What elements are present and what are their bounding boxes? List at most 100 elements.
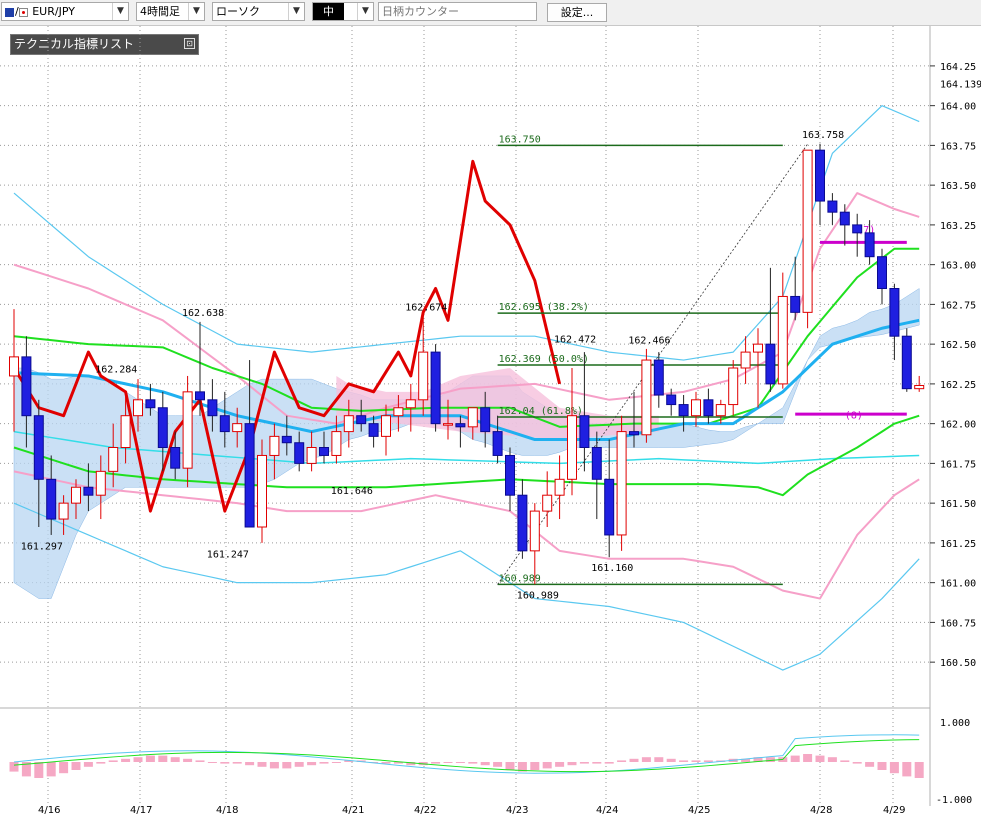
settings-button[interactable]: 設定... xyxy=(547,3,607,22)
macd-bar xyxy=(827,757,837,762)
candle-bullish xyxy=(95,470,106,496)
macd-bar xyxy=(158,755,168,762)
candle-bullish xyxy=(331,431,342,456)
candle-bearish xyxy=(629,431,639,436)
candle-bearish xyxy=(517,494,528,552)
macd-level-label: -1.000 xyxy=(936,795,972,806)
candle-bullish xyxy=(405,399,416,409)
macd-bar xyxy=(505,762,515,770)
candle-bullish xyxy=(120,415,131,449)
chevron-down-icon[interactable]: ▼ xyxy=(357,3,373,20)
y-tick-label: 162.50 xyxy=(940,340,976,351)
macd-bar xyxy=(691,760,701,762)
candle-bearish xyxy=(244,423,255,528)
price-label: 162.674 xyxy=(405,302,447,313)
candle-bearish xyxy=(765,343,776,385)
macd-bar xyxy=(170,757,180,762)
macd-bar xyxy=(195,760,205,762)
y-tick-label: 162.25 xyxy=(940,380,976,391)
eu-flag-icon xyxy=(5,7,14,17)
macd-bar xyxy=(183,758,193,762)
macd-bar xyxy=(567,762,577,766)
toolbar: / EUR/JPY ▼ 4時間足 ▼ ローソク ▼ 中 ▼ 設定... xyxy=(0,0,981,26)
macd-bar xyxy=(617,760,627,762)
date-label: 4/29 xyxy=(883,805,905,816)
candle-bearish xyxy=(430,351,441,425)
candle-bullish xyxy=(443,423,453,426)
candle-bullish xyxy=(418,351,429,401)
macd-bar xyxy=(294,762,304,767)
macd-bar xyxy=(889,762,899,774)
candle-bullish xyxy=(691,399,701,417)
y-tick-label: 163.25 xyxy=(940,221,976,232)
candle-bullish xyxy=(343,415,354,433)
y-tick-label: 161.25 xyxy=(940,539,976,550)
candle-bullish xyxy=(269,435,280,456)
y-tick-label: 164.25 xyxy=(940,62,976,73)
timeframe-select[interactable]: 4時間足 ▼ xyxy=(136,2,205,21)
currency-pair-select[interactable]: / EUR/JPY ▼ xyxy=(1,2,129,21)
price-label: 160.989 xyxy=(517,590,559,601)
macd-bar xyxy=(579,762,589,764)
macd-bar xyxy=(555,762,565,767)
chart-type-select[interactable]: ローソク ▼ xyxy=(212,2,305,21)
size-select[interactable]: 中 ▼ xyxy=(312,2,374,21)
candle-bearish xyxy=(815,149,825,202)
macd-bar xyxy=(629,758,639,762)
macd-bar xyxy=(9,762,19,772)
candle-bearish xyxy=(901,335,912,390)
macd-bar xyxy=(604,762,614,764)
date-label: 4/25 xyxy=(688,805,710,816)
candle-bearish xyxy=(281,435,292,444)
candle-bearish xyxy=(877,256,887,289)
candle-bullish xyxy=(641,359,652,436)
macd-bar xyxy=(914,762,924,778)
candle-bullish xyxy=(108,447,119,472)
y-tick-label: 163.50 xyxy=(940,181,976,192)
macd-bar xyxy=(803,754,813,762)
candle-bearish xyxy=(839,211,850,226)
candle-bearish xyxy=(864,232,875,258)
candle-bearish xyxy=(294,442,305,464)
candle-bullish xyxy=(715,404,726,417)
candle-bullish xyxy=(232,423,243,433)
chart-type-label: ローソク xyxy=(216,5,260,18)
chevron-down-icon[interactable]: ▼ xyxy=(288,3,304,20)
candle-bearish xyxy=(492,431,503,456)
chevron-down-icon[interactable]: ▼ xyxy=(188,3,204,20)
y-tick-label: 161.50 xyxy=(940,499,976,510)
candle-bearish xyxy=(319,447,329,456)
fib-label: 162.695 (38.2%) xyxy=(499,302,589,313)
bollinger-lower-3 xyxy=(13,502,920,671)
candle-bearish xyxy=(219,415,230,433)
count-marker: (8) xyxy=(845,411,863,422)
size-label: 中 xyxy=(313,3,344,20)
candle-bullish xyxy=(616,431,627,536)
fibonacci-lines: 163.750 162.695 (38.2%) 162.369 (50.0%) 162… xyxy=(497,134,907,586)
currency-pair-label: EUR/JPY xyxy=(32,5,75,18)
current-price-label: 164.139 xyxy=(940,80,981,91)
macd-bar xyxy=(877,762,887,770)
price-label: 161.160 xyxy=(591,563,633,574)
macd-bar xyxy=(220,762,230,764)
price-label: 163.758 xyxy=(802,130,844,141)
candle-bullish xyxy=(728,367,739,406)
date-label: 4/16 xyxy=(38,805,60,816)
macd-bar xyxy=(282,762,292,769)
macd-bar xyxy=(468,762,478,764)
day-counter-input[interactable] xyxy=(378,2,537,21)
price-chart[interactable]: 163.750 162.695 (38.2%) 162.369 (50.0%) 162… xyxy=(0,26,981,819)
candle-bearish xyxy=(604,478,615,536)
chevron-down-icon[interactable]: ▼ xyxy=(112,3,128,20)
y-tick-label: 163.75 xyxy=(940,141,976,152)
macd-bar xyxy=(245,762,255,766)
macd-bar xyxy=(257,762,267,767)
candle-bullish xyxy=(802,149,813,313)
candle-bullish xyxy=(777,295,788,385)
macd-bar xyxy=(641,757,651,762)
date-label: 4/18 xyxy=(216,805,238,816)
candle-bearish xyxy=(889,288,900,337)
macd-bar xyxy=(319,762,329,764)
price-label: 161.646 xyxy=(331,486,373,497)
price-label: 162.472 xyxy=(554,335,596,346)
